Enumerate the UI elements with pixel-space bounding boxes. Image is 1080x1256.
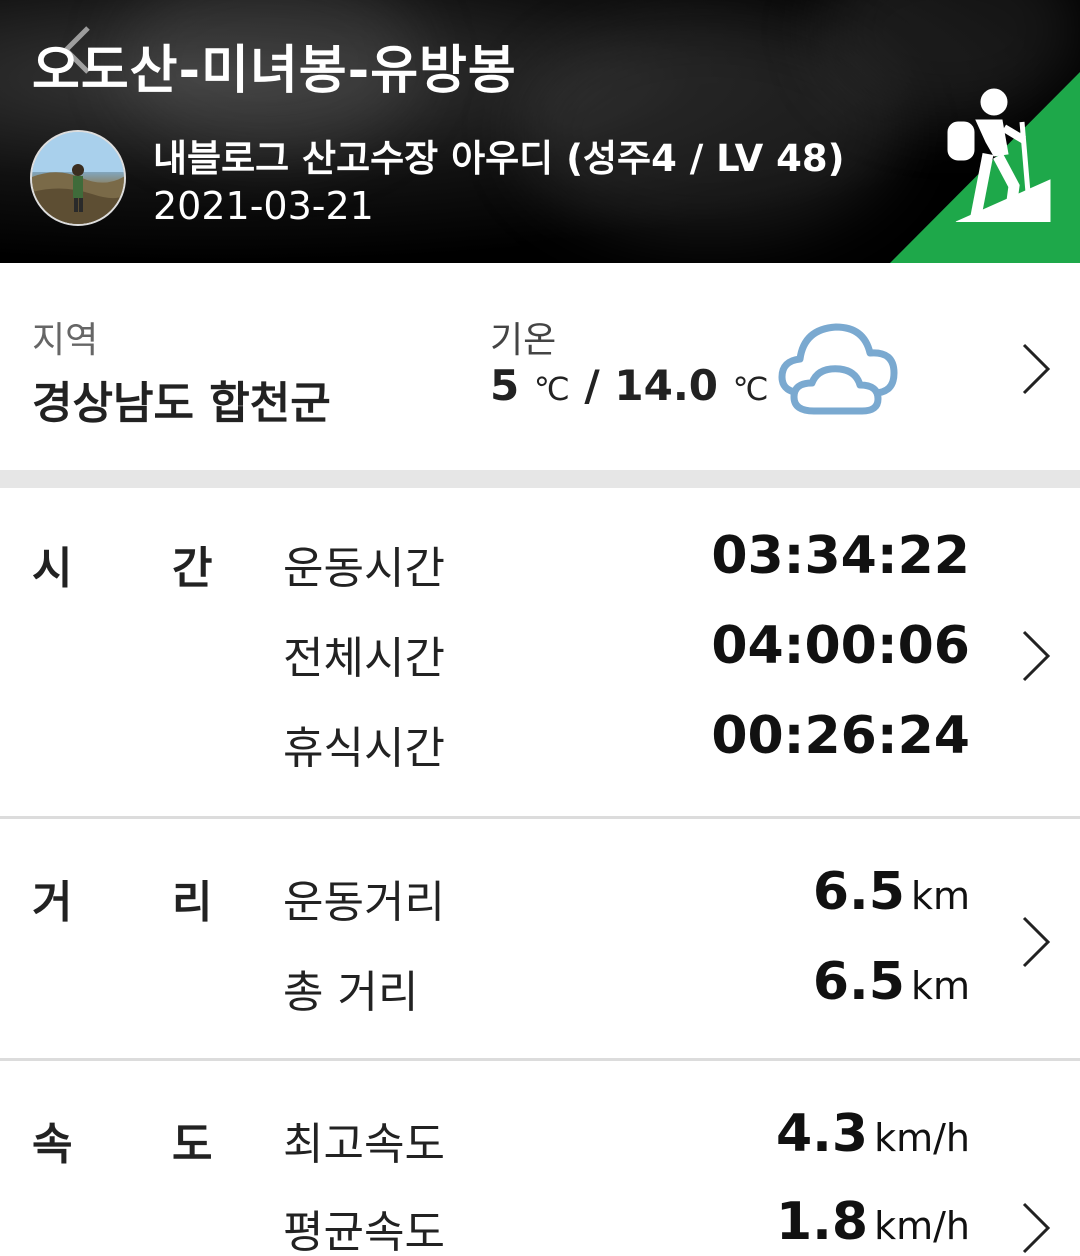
section-divider xyxy=(0,816,1080,819)
category-label-char: 시 xyxy=(32,543,73,594)
total-distance-number: 6.5 xyxy=(812,952,905,1012)
category-label-char: 속 xyxy=(32,1119,73,1170)
chevron-right-icon[interactable] xyxy=(1020,914,1054,970)
rest-time-label: 휴식시간 xyxy=(283,723,445,774)
total-distance-label: 총 거리 xyxy=(283,967,419,1018)
category-label-char: 간 xyxy=(172,543,213,594)
chevron-right-icon[interactable] xyxy=(1020,341,1054,397)
speed-unit: km/h xyxy=(874,1116,970,1160)
temperature-unit: ℃ xyxy=(533,370,570,408)
exercise-distance-number: 6.5 xyxy=(812,862,905,922)
temperature-high: 14.0 xyxy=(614,361,719,410)
rest-time-value: 00:26:24 xyxy=(711,706,970,766)
total-time-value: 04:00:06 xyxy=(711,616,970,676)
distance-unit: km xyxy=(910,874,970,918)
speed-unit: km/h xyxy=(874,1204,970,1248)
region-value: 경상남도 합천군 xyxy=(32,378,331,429)
total-time-label: 전체시간 xyxy=(283,633,445,684)
chevron-right-icon[interactable] xyxy=(1020,628,1054,684)
cloud-icon xyxy=(778,323,898,415)
category-label-char: 거 xyxy=(32,877,73,928)
avg-speed-number: 1.8 xyxy=(775,1192,869,1252)
exercise-distance-value: 6.5 km xyxy=(813,862,970,922)
header-banner: 오도산-미녀봉-유방봉 내블로그 산고수장 아우디 (성주4 / LV 48) … xyxy=(0,0,1080,263)
user-name[interactable]: 내블로그 산고수장 아우디 (성주4 / LV 48) xyxy=(153,128,845,182)
total-distance-value: 6.5 km xyxy=(813,952,970,1012)
exercise-distance-label: 운동거리 xyxy=(283,877,445,928)
max-speed-number: 4.3 xyxy=(775,1104,869,1164)
region-weather-section[interactable]: 지역 경상남도 합천군 기온 5 ℃ / 14.0 ℃ xyxy=(0,263,1080,470)
activity-date: 2021-03-21 xyxy=(153,184,374,228)
exercise-time-label: 운동시간 xyxy=(283,543,445,594)
category-label-char: 리 xyxy=(172,877,213,928)
section-divider xyxy=(0,470,1080,488)
temperature-low: 5 xyxy=(490,361,520,410)
hiker-icon xyxy=(947,88,1051,222)
max-speed-label: 최고속도 xyxy=(283,1119,445,1170)
temperature-label: 기온 xyxy=(490,320,557,361)
distance-unit: km xyxy=(910,964,970,1008)
region-label: 지역 xyxy=(32,320,99,361)
temperature-value: 5 ℃ / 14.0 ℃ xyxy=(490,361,769,410)
course-title: 오도산-미녀봉-유방봉 xyxy=(32,41,517,101)
max-speed-value: 4.3 km/h xyxy=(776,1104,970,1164)
temperature-separator: / xyxy=(569,361,615,410)
avg-speed-value: 1.8 km/h xyxy=(776,1192,970,1252)
temperature-unit: ℃ xyxy=(732,370,769,408)
category-label-char: 도 xyxy=(172,1119,213,1170)
avg-speed-label: 평균속도 xyxy=(283,1207,445,1256)
exercise-time-value: 03:34:22 xyxy=(711,526,970,586)
chevron-right-icon[interactable] xyxy=(1020,1200,1054,1256)
avatar[interactable] xyxy=(30,130,126,226)
section-divider xyxy=(0,1058,1080,1061)
